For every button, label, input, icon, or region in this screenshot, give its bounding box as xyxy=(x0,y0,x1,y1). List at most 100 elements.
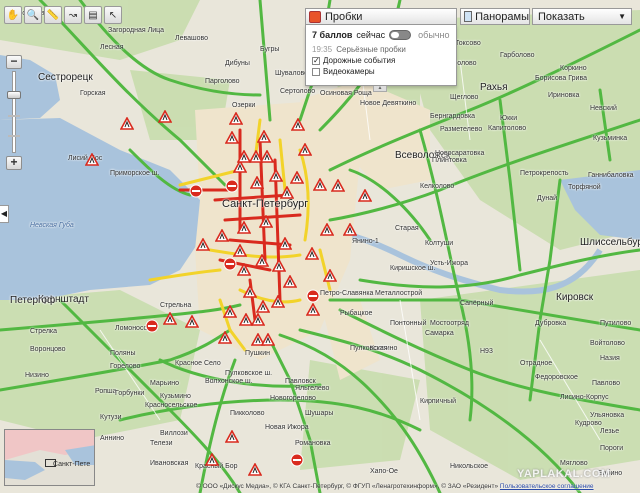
panorama-icon xyxy=(464,11,473,22)
roadworks-icon[interactable] xyxy=(218,331,232,345)
roadworks-icon[interactable] xyxy=(205,453,219,467)
zoom-slider-track[interactable] xyxy=(12,71,16,153)
traffic-now-usual-toggle[interactable] xyxy=(389,30,412,40)
roadworks-icon[interactable] xyxy=(215,229,229,243)
road-events-label: Дорожные события xyxy=(323,56,396,65)
roadworks-icon[interactable] xyxy=(271,295,285,309)
map-label: Н93 xyxy=(480,348,493,355)
collapse-sidebar-button[interactable]: ◀ xyxy=(0,205,9,223)
roadworks-icon[interactable] xyxy=(313,178,327,192)
map-label: Пулковское ш. xyxy=(225,370,273,377)
pointer-icon[interactable]: ↖ xyxy=(104,6,122,24)
map-label: Лисино-Корпус xyxy=(560,394,609,401)
roadworks-icon[interactable] xyxy=(323,269,337,283)
road-closed-icon[interactable] xyxy=(290,453,304,467)
traffic-light-icon xyxy=(309,10,321,23)
roadworks-icon[interactable] xyxy=(261,333,275,347)
roadworks-icon[interactable] xyxy=(243,285,257,299)
map-label: Назия xyxy=(600,355,620,362)
roadworks-icon[interactable] xyxy=(196,238,210,252)
map-label: Приморское ш. xyxy=(110,170,160,177)
roadworks-icon[interactable] xyxy=(120,117,134,131)
map-label: Федоровское xyxy=(535,374,578,381)
zoom-in-button[interactable]: + xyxy=(6,156,22,170)
map-label: Озерки xyxy=(232,102,256,109)
road-closed-icon[interactable] xyxy=(145,319,159,333)
road-closed-icon[interactable] xyxy=(225,179,239,193)
roadworks-icon[interactable] xyxy=(283,275,297,289)
roadworks-icon[interactable] xyxy=(269,169,283,183)
roadworks-icon[interactable] xyxy=(343,223,357,237)
roadworks-icon[interactable] xyxy=(298,143,312,157)
map-label: Сапёрный xyxy=(460,300,494,307)
zoom-out-button[interactable]: − xyxy=(6,55,22,69)
panorama-button[interactable]: Панорамы xyxy=(460,8,530,25)
roadworks-icon[interactable] xyxy=(257,130,271,144)
route-icon[interactable]: ↝ xyxy=(64,6,82,24)
roadworks-icon[interactable] xyxy=(223,305,237,319)
roadworks-icon[interactable] xyxy=(233,244,247,258)
road-events-checkbox[interactable]: ✓ xyxy=(312,56,320,65)
zoom-slider-handle[interactable] xyxy=(7,91,21,99)
traffic-status-text: Серьёзные пробки xyxy=(336,45,406,54)
traffic-panel: 7 баллов сейчас обычно 19:35 Серьёзные п… xyxy=(305,25,457,86)
map-label: Янино-1 xyxy=(352,238,379,245)
roadworks-icon[interactable] xyxy=(305,247,319,261)
layer-select-label: Показать xyxy=(538,10,585,23)
hand-icon[interactable]: ✋ xyxy=(4,6,22,24)
zoom-control: − + xyxy=(6,55,22,170)
overview-minimap[interactable]: Санкт-Пете xyxy=(4,429,95,486)
cameras-option[interactable]: Видеокамеры xyxy=(312,67,450,76)
roadworks-icon[interactable] xyxy=(272,259,286,273)
roadworks-icon[interactable] xyxy=(358,189,372,203)
roadworks-icon[interactable] xyxy=(237,150,251,164)
roadworks-icon[interactable] xyxy=(331,179,345,193)
roadworks-icon[interactable] xyxy=(278,237,292,251)
road-closed-icon[interactable] xyxy=(189,184,203,198)
traffic-button[interactable]: Пробки xyxy=(305,8,457,25)
map-label: Петергоф xyxy=(10,295,56,306)
road-closed-icon[interactable] xyxy=(223,257,237,271)
map-label: Никольское xyxy=(450,463,489,470)
map-label: Пороги xyxy=(600,445,624,452)
map-label: Ганнибаловка xyxy=(588,172,634,179)
map-label: Плинтовка xyxy=(432,157,467,164)
roadworks-icon[interactable] xyxy=(256,300,270,314)
roadworks-icon[interactable] xyxy=(259,215,273,229)
roadworks-icon[interactable] xyxy=(250,176,264,190)
roadworks-icon[interactable] xyxy=(251,313,265,327)
magnifier-icon[interactable]: 🔍 xyxy=(24,6,42,24)
map-label: Ульяновка xyxy=(590,412,625,419)
roadworks-icon[interactable] xyxy=(85,153,99,167)
map-label: Отрадное xyxy=(520,360,553,367)
print-icon[interactable]: ▤ xyxy=(84,6,102,24)
traffic-panel-collapse-tab[interactable]: ▲ xyxy=(373,86,387,92)
roadworks-icon[interactable] xyxy=(255,254,269,268)
map-label: Дибуны xyxy=(225,60,250,67)
roadworks-icon[interactable] xyxy=(229,112,243,126)
roadworks-icon[interactable] xyxy=(290,171,304,185)
roadworks-icon[interactable] xyxy=(260,150,274,164)
roadworks-icon[interactable] xyxy=(237,263,251,277)
road-events-option[interactable]: ✓ Дорожные события xyxy=(312,56,450,65)
cameras-checkbox[interactable] xyxy=(312,67,320,76)
road-closed-icon[interactable] xyxy=(306,289,320,303)
roadworks-icon[interactable] xyxy=(185,315,199,329)
roadworks-icon[interactable] xyxy=(163,312,177,326)
roadworks-icon[interactable] xyxy=(225,430,239,444)
map-label: Стрелка xyxy=(30,328,58,335)
roadworks-icon[interactable] xyxy=(306,303,320,317)
layer-select[interactable]: Показать ▼ xyxy=(532,8,632,25)
roadworks-icon[interactable] xyxy=(158,110,172,124)
roadworks-icon[interactable] xyxy=(225,131,239,145)
traffic-usual-label[interactable]: обычно xyxy=(418,30,449,40)
roadworks-icon[interactable] xyxy=(291,118,305,132)
ruler-icon[interactable]: 📏 xyxy=(44,6,62,24)
map-label: Аннино xyxy=(100,435,125,442)
copyright: © ООО «Дискус Медиа», © КГА Санкт-Петерб… xyxy=(196,483,640,493)
roadworks-icon[interactable] xyxy=(320,223,334,237)
terms-link[interactable]: Пользовательское соглашение xyxy=(500,483,594,490)
roadworks-icon[interactable] xyxy=(237,221,251,235)
roadworks-icon[interactable] xyxy=(280,186,294,200)
roadworks-icon[interactable] xyxy=(248,463,262,477)
